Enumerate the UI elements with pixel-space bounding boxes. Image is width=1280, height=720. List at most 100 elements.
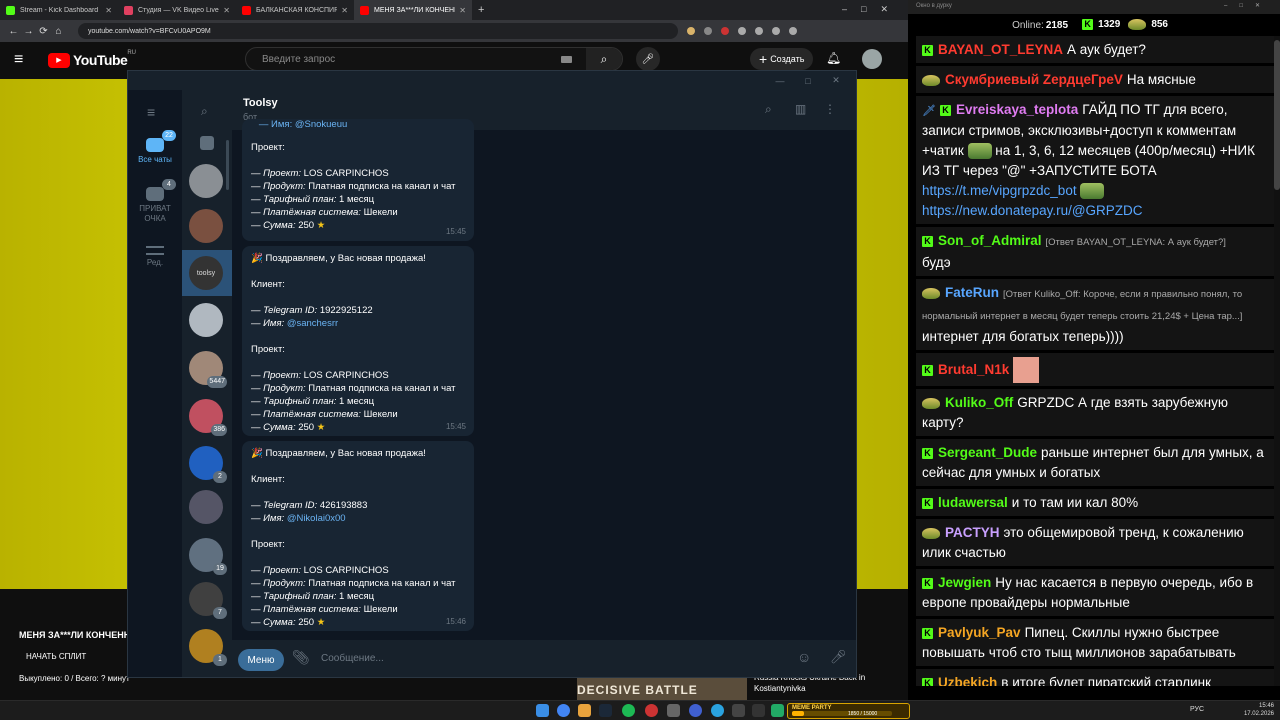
- username-link[interactable]: @Nikolai0x00: [287, 513, 346, 524]
- avatar[interactable]: [862, 49, 882, 69]
- scrollbar[interactable]: [226, 140, 229, 190]
- chrome-icon[interactable]: [557, 704, 570, 717]
- chat-avatar[interactable]: 7: [189, 582, 227, 619]
- youtube-logo[interactable]: ▶ YouTube RU: [48, 50, 136, 68]
- download-icon[interactable]: [772, 27, 780, 35]
- chat-avatar[interactable]: 1: [189, 629, 227, 666]
- chat-link[interactable]: https://new.donatepay.ru/@GRPZDC: [922, 203, 1143, 218]
- cookie-extension-icon[interactable]: [687, 27, 695, 35]
- more-options-icon[interactable]: ⋮: [824, 102, 836, 116]
- username-link[interactable]: @sanchesrr: [287, 318, 338, 329]
- menu-icon[interactable]: ≡: [14, 51, 34, 69]
- minimize-icon[interactable]: —: [766, 76, 794, 86]
- chat-avatar[interactable]: [189, 164, 223, 198]
- clock[interactable]: 15:46 17.02.2026: [1224, 702, 1274, 718]
- steam-icon[interactable]: [599, 704, 612, 717]
- message-bubble[interactable]: 🎉 Поздравляем, у Вас новая продажа! Клие…: [242, 246, 474, 436]
- spotify-icon[interactable]: [622, 704, 635, 717]
- search-icon[interactable]: ⌕: [765, 102, 772, 117]
- close-tab-icon[interactable]: ✕: [105, 6, 112, 15]
- app-icon[interactable]: [667, 704, 680, 717]
- close-tab-icon[interactable]: ✕: [341, 6, 348, 15]
- search-icon[interactable]: ⌕: [586, 48, 622, 70]
- folder-edit[interactable]: Ред.: [128, 246, 182, 268]
- message-input[interactable]: Сообщение...: [321, 653, 384, 664]
- search-icon[interactable]: ⌕: [201, 104, 208, 119]
- chat-username[interactable]: Pavlyuk_Pav: [938, 625, 1021, 640]
- message-bubble[interactable]: — Имя: @Snokueuu Проект: — Проект: LOS C…: [242, 119, 474, 241]
- chat-username[interactable]: Son_of_Admiral: [938, 233, 1042, 248]
- url-field[interactable]: youtube.com/watch?v=BFCvU0APO9M: [78, 23, 678, 39]
- sidebar-toggle-icon[interactable]: ▥: [795, 102, 806, 116]
- extension-icon[interactable]: [704, 27, 712, 35]
- app-icon[interactable]: [732, 704, 745, 717]
- chat-avatar-toolsy[interactable]: toolsy: [189, 256, 223, 290]
- attach-icon[interactable]: 📎︎: [292, 649, 310, 666]
- close-tab-icon[interactable]: ✕: [223, 6, 230, 15]
- chat-name[interactable]: Toolsy: [243, 97, 278, 109]
- chat-username[interactable]: Evreiskaya_teplota: [956, 102, 1078, 117]
- chat-username[interactable]: Uzbekich: [938, 675, 997, 686]
- microphone-icon[interactable]: 🎤︎: [636, 47, 660, 71]
- extension-icon[interactable]: [738, 27, 746, 35]
- window-controls-icon[interactable]: –□✕: [842, 4, 902, 15]
- chat-avatar[interactable]: 5447: [189, 351, 227, 388]
- profile-icon[interactable]: [789, 27, 797, 35]
- chat-username[interactable]: Jewgien: [938, 575, 991, 590]
- create-button[interactable]: + Создать: [750, 48, 814, 70]
- chat-avatar[interactable]: [189, 490, 223, 524]
- home-icon[interactable]: ⌂: [51, 26, 66, 37]
- chat-avatar[interactable]: 2: [189, 446, 227, 483]
- browser-tab[interactable]: Студия — VK Видео Live ✕: [118, 0, 236, 20]
- chat-avatar[interactable]: [189, 209, 223, 243]
- meme-party-widget[interactable]: МЕМЕ PARTY 1850 / 15000: [787, 703, 910, 719]
- window-controls-icon[interactable]: –□✕: [1224, 2, 1272, 9]
- folder-all-chats[interactable]: 22 Все чаты: [128, 130, 182, 165]
- chat-avatar[interactable]: 19: [189, 538, 227, 575]
- chat-username[interactable]: BAYAN_OT_LEYNA: [938, 42, 1063, 57]
- browser-tab-active[interactable]: МЕНЯ ЗА***ЛИ КОНЧЕННЫЕ ✕: [354, 0, 472, 20]
- chat-username[interactable]: Kuliko_Off: [945, 395, 1013, 410]
- extension-icon[interactable]: [721, 27, 729, 35]
- chat-avatar[interactable]: 386: [189, 399, 227, 436]
- chat-avatar[interactable]: [189, 303, 223, 337]
- maximize-icon[interactable]: □: [794, 76, 822, 86]
- chat-username[interactable]: Скумбриевый ZердцеГреV: [945, 72, 1123, 87]
- scrollbar-thumb[interactable]: [1274, 40, 1280, 190]
- reply-quote[interactable]: [Ответ BAYAN_OT_LEYNA: А аук будет?]: [1046, 237, 1226, 248]
- forward-icon[interactable]: →: [21, 26, 36, 37]
- archive-icon[interactable]: [200, 136, 214, 150]
- chat-username[interactable]: ludawersal: [938, 495, 1008, 510]
- message-bubble[interactable]: 🎉 Поздравляем, у Вас новая продажа! Клие…: [242, 441, 474, 631]
- start-split-button[interactable]: НАЧАТЬ СПЛИТ: [26, 652, 86, 661]
- extension-icon[interactable]: [755, 27, 763, 35]
- close-icon[interactable]: ✕: [822, 75, 850, 86]
- close-tab-icon[interactable]: ✕: [459, 6, 466, 15]
- bot-menu-button[interactable]: Меню: [238, 649, 284, 671]
- app-icon[interactable]: [689, 704, 702, 717]
- folder-icon[interactable]: [578, 704, 591, 717]
- search-box[interactable]: Введите запрос ⌕: [245, 47, 623, 71]
- chat-username[interactable]: Brutal_N1k: [938, 362, 1009, 377]
- keyboard-icon[interactable]: [561, 55, 572, 63]
- obs-icon[interactable]: [752, 704, 765, 717]
- app-icon[interactable]: [771, 704, 784, 717]
- search-input[interactable]: Введите запрос: [262, 54, 561, 65]
- microphone-icon[interactable]: 🎤︎: [830, 649, 847, 665]
- new-tab-button[interactable]: +: [478, 4, 484, 16]
- language-indicator[interactable]: РУС: [1190, 706, 1204, 713]
- chat-username[interactable]: Sergeant_Dude: [938, 445, 1037, 460]
- windows-start-icon[interactable]: [536, 704, 549, 717]
- chat-link[interactable]: https://t.me/vipgrpzdc_bot: [922, 183, 1077, 198]
- chat-scrollbar[interactable]: [1274, 36, 1280, 686]
- back-icon[interactable]: ←: [6, 26, 21, 37]
- folder-private[interactable]: 4 ПРИВАТ ОЧКА: [128, 179, 182, 224]
- related-video-thumbnail[interactable]: DECISIVE BATTLE: [577, 675, 747, 700]
- reload-icon[interactable]: ⟳: [36, 26, 51, 37]
- hamburger-menu-icon[interactable]: ≡: [147, 104, 155, 120]
- app-icon[interactable]: [645, 704, 658, 717]
- browser-tab[interactable]: БАЛКАНСКАЯ КОНСПИРОЛОГ✕: [236, 0, 354, 20]
- browser-tab[interactable]: Stream - Kick Dashboard ✕: [0, 0, 118, 20]
- bell-icon[interactable]: 🔔︎: [826, 51, 841, 65]
- chat-username[interactable]: FateRun: [945, 285, 999, 300]
